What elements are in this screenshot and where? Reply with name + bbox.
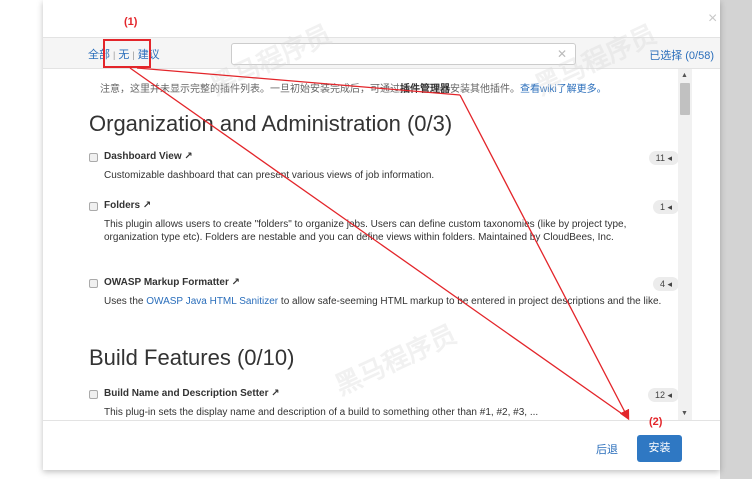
section-title: Organization and Administration (0/3) — [89, 111, 453, 136]
plugin-description: This plugin allows users to create "fold… — [104, 219, 627, 243]
annotation-label-1: (1) — [124, 16, 138, 28]
notice-text: 注意，这里并未显示完整的插件列表。一旦初始安装完成后，可通过插件管理器安装其他插… — [100, 80, 607, 95]
plugin-checkbox[interactable] — [89, 279, 98, 288]
plugin-name[interactable]: Build Name and Description Setter ↗ — [104, 388, 280, 399]
description-text: to allow safe-seeming HTML markup to be … — [278, 296, 662, 307]
plugin-install-dialog: × 全部 | 无 | 建议 ✕ 已选择 (0/58) 注意，这里并未显示完整的插件列表。… — [43, 0, 720, 470]
plugin-name[interactable]: Folders ↗ — [104, 200, 151, 211]
dependency-badge[interactable]: 11 ◂ — [648, 151, 679, 165]
notice-wiki-link[interactable]: 查看wiki了解更多。 — [520, 84, 607, 95]
notice-prefix: 注意，这里并未显示完整的插件列表。一旦初始安装完成后，可通过 — [100, 84, 400, 95]
plugin-checkbox[interactable] — [89, 202, 98, 211]
plugin-checkbox[interactable] — [89, 153, 98, 162]
plugin-search-input[interactable]: ✕ — [231, 43, 576, 65]
plugin-item: Build Name and Description Setter ↗ 12 ◂… — [89, 388, 679, 419]
owasp-sanitizer-link[interactable]: OWASP Java HTML Sanitizer — [146, 296, 278, 307]
backdrop-left — [0, 0, 43, 479]
dialog-footer: 后退 安装 — [43, 420, 720, 470]
plugin-list: 注意，这里并未显示完整的插件列表。一旦初始安装完成后，可通过插件管理器安装其他插… — [43, 69, 720, 420]
back-button[interactable]: 后退 — [596, 441, 618, 457]
scroll-down-arrow-icon[interactable]: ▼ — [681, 410, 688, 417]
install-button[interactable]: 安装 — [637, 435, 682, 462]
plugin-description: This plug-in sets the display name and d… — [104, 407, 539, 418]
plugin-description: Customizable dashboard that can present … — [104, 170, 435, 181]
plugin-description: Uses the OWASP Java HTML Sanitizer to al… — [104, 295, 679, 308]
dependency-badge[interactable]: 12 ◂ — [647, 388, 679, 402]
plugin-checkbox[interactable] — [89, 390, 98, 399]
annotation-box-1 — [103, 39, 151, 68]
scrollbar-thumb[interactable] — [680, 83, 690, 115]
backdrop-right — [720, 0, 752, 479]
notice-plugin-manager: 插件管理器 — [400, 84, 450, 95]
description-text: Uses the — [104, 296, 147, 307]
vertical-scrollbar[interactable]: ▲ ▼ — [678, 69, 692, 420]
plugin-name[interactable]: OWASP Markup Formatter ↗ — [104, 277, 240, 288]
plugin-item: Folders ↗ 1 ◂ This plugin allows users t… — [89, 200, 679, 244]
plugin-name[interactable]: Dashboard View ↗ — [104, 151, 193, 162]
plugin-item: OWASP Markup Formatter ↗ 4 ◂ Uses the OW… — [89, 277, 679, 308]
plugin-item: Dashboard View ↗ 11 ◂ Customizable dashb… — [89, 151, 679, 182]
dependency-badge[interactable]: 1 ◂ — [652, 200, 679, 214]
dependency-badge[interactable]: 4 ◂ — [652, 277, 679, 291]
clear-search-icon[interactable]: ✕ — [557, 47, 567, 61]
section-title: Build Features (0/10) — [89, 345, 295, 370]
close-icon[interactable]: × — [708, 11, 717, 27]
selected-count-link[interactable]: 已选择 (0/58) — [649, 47, 714, 63]
notice-middle: 安装其他插件。 — [450, 84, 520, 95]
annotation-label-2: (2) — [649, 416, 663, 428]
scroll-up-arrow-icon[interactable]: ▲ — [681, 72, 688, 79]
